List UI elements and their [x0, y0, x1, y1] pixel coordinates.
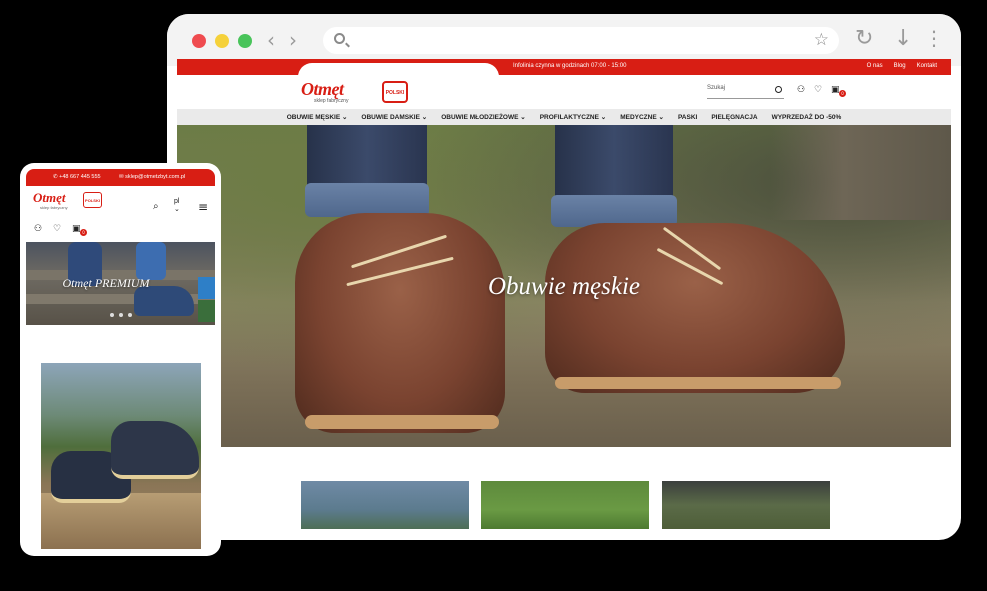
carousel-dots — [110, 313, 132, 317]
maximize-window-button[interactable] — [238, 34, 252, 48]
kebab-menu-icon[interactable]: ⋮ — [924, 26, 944, 50]
hero-banner[interactable]: Obuwie męskie — [177, 125, 951, 447]
language-value: pl — [174, 198, 180, 205]
menu-item-paski[interactable]: PASKI — [678, 114, 697, 121]
hero-jeans-right — [555, 125, 673, 205]
search-icon — [334, 33, 345, 44]
menu-item-pielegnacja[interactable]: PIELĘGNACJA — [711, 114, 757, 121]
cart-icon[interactable]: ▣ 0 — [831, 85, 846, 97]
site-topbar: ✆ +48 667 445 555 ✉ sklep@otmetzbyt.com.… — [177, 59, 951, 456]
topbar-hours: Infolinia czynna w godzinach 07:00 - 15:… — [513, 63, 627, 69]
hero-sole-right — [555, 377, 841, 389]
cart-icon[interactable]: ▣ 0 — [72, 224, 87, 236]
menu-item-obuwie-meskie[interactable]: OBUWIE MĘSKIE ⌄ — [287, 113, 348, 121]
email-text: sklep@otmetzbyt.com.pl — [125, 174, 186, 180]
menu-item-obuwie-damskie[interactable]: OBUWIE DAMSKIE ⌄ — [361, 113, 427, 121]
menu-item-obuwie-mlodziezowe[interactable]: OBUWIE MŁODZIEŻOWE ⌄ — [441, 113, 526, 121]
mobile-hero-title: Otmęt PREMIUM — [62, 276, 150, 290]
language-select[interactable]: pl ⌄ — [174, 198, 180, 213]
chevron-down-icon: ⌄ — [174, 206, 180, 213]
search-placeholder: Szukaj — [707, 85, 726, 91]
header-icons: ⚇ ♡ ▣ 0 — [797, 85, 846, 97]
mobile-logo-subtitle: sklep fabryczny — [40, 205, 68, 210]
side-widget-icon[interactable] — [198, 277, 215, 299]
menu-item-profilaktyczne[interactable]: PROFILAKTYCZNE ⌄ — [540, 113, 606, 121]
address-bar[interactable]: ☆ — [323, 27, 839, 54]
site-logo[interactable]: Otmęt — [301, 79, 344, 100]
phone-text: +48 667 445 555 — [59, 174, 101, 180]
email-text: sklep@otmetzbyt.com.pl — [367, 64, 434, 70]
cart-count-badge: 0 — [80, 229, 87, 236]
menu-item-medyczne[interactable]: MEDYCZNE ⌄ — [620, 113, 664, 121]
mobile-hero-banner[interactable]: Otmęt PREMIUM — [26, 242, 215, 325]
logo-subtitle: sklep fabryczny — [314, 98, 349, 104]
link-o-nas[interactable]: O nas — [867, 63, 883, 69]
mobile-topbar: ✆ +48 667 445 555 ✉ sklep@otmetzbyt.com.… — [26, 169, 215, 186]
phone-text: +48 667 445 555 — [304, 64, 350, 70]
link-blog[interactable]: Blog — [894, 63, 906, 69]
mobile-polski-badge: POLSKI — [83, 192, 102, 208]
category-tiles — [177, 447, 951, 533]
forward-arrow-icon[interactable]: › — [289, 30, 297, 50]
topbar-email[interactable]: ✉ sklep@otmetzbyt.com.pl — [361, 63, 433, 70]
mobile-header-icons: ⚇ ♡ ▣ 0 — [34, 224, 87, 236]
hero-boot-left — [295, 213, 505, 433]
mobile-device: ✆ +48 667 445 555 ✉ sklep@otmetzbyt.com.… — [20, 163, 221, 556]
minimize-window-button[interactable] — [215, 34, 229, 48]
heart-icon[interactable]: ♡ — [53, 224, 63, 234]
main-menu: OBUWIE MĘSKIE ⌄ OBUWIE DAMSKIE ⌄ OBUWIE … — [177, 109, 951, 125]
carousel-dot[interactable] — [110, 313, 114, 317]
desktop-browser-window: ‹ › ☆ ↻ ↓ ⋮ ✆ +48 667 445 555 ✉ sklep@ot… — [167, 14, 961, 540]
download-icon[interactable]: ↓ — [894, 26, 912, 51]
cart-count-badge: 0 — [839, 90, 846, 97]
carousel-dot[interactable] — [119, 313, 123, 317]
user-icon[interactable]: ⚇ — [34, 224, 44, 234]
stage: ‹ › ☆ ↻ ↓ ⋮ ✆ +48 667 445 555 ✉ sklep@ot… — [0, 0, 987, 591]
category-tile[interactable] — [481, 481, 649, 529]
close-window-button[interactable] — [192, 34, 206, 48]
polski-badge: POLSKI — [382, 81, 408, 103]
mobile-topbar-email[interactable]: ✉ sklep@otmetzbyt.com.pl — [119, 174, 185, 180]
hero-leg — [136, 242, 166, 280]
topbar-links: O nas Blog Kontakt — [867, 63, 937, 69]
hero-sole-left — [305, 415, 499, 429]
heart-icon[interactable]: ♡ — [814, 85, 824, 95]
hamburger-icon[interactable]: ≡ — [198, 200, 208, 214]
search-icon[interactable] — [775, 86, 782, 93]
carousel-dot[interactable] — [128, 313, 132, 317]
search-icon[interactable]: ⌕ — [153, 201, 159, 212]
bookmark-star-icon[interactable]: ☆ — [814, 30, 829, 50]
mobile-logo[interactable]: Otmęt — [33, 190, 66, 206]
mobile-topbar-phone[interactable]: ✆ +48 667 445 555 — [53, 174, 101, 180]
product-shoe — [111, 421, 199, 479]
hero-tree — [771, 125, 951, 220]
reload-icon[interactable]: ↻ — [855, 26, 873, 51]
category-tile[interactable] — [662, 481, 830, 529]
desktop-site: ✆ +48 667 445 555 ✉ sklep@otmetzbyt.com.… — [177, 59, 951, 533]
back-arrow-icon[interactable]: ‹ — [267, 30, 275, 50]
map-pin-icon[interactable] — [198, 300, 215, 322]
mobile-product-image[interactable] — [41, 363, 201, 549]
hero-title: Obuwie męskie — [487, 273, 641, 300]
site-header: Otmęt sklep fabryczny POLSKI Szukaj ⚇ ♡ … — [177, 75, 951, 109]
category-tile[interactable] — [301, 481, 469, 529]
user-icon[interactable]: ⚇ — [797, 85, 807, 95]
menu-item-wyprzedaz[interactable]: WYPRZEDAŻ DO -50% — [772, 114, 842, 121]
hero-cuff-left — [305, 183, 429, 217]
mobile-header: Otmęt sklep fabryczny POLSKI ⌕ pl ⌄ ≡ ⚇ ♡… — [26, 186, 215, 242]
link-kontakt[interactable]: Kontakt — [917, 63, 937, 69]
site-search-input[interactable]: Szukaj — [707, 85, 784, 99]
